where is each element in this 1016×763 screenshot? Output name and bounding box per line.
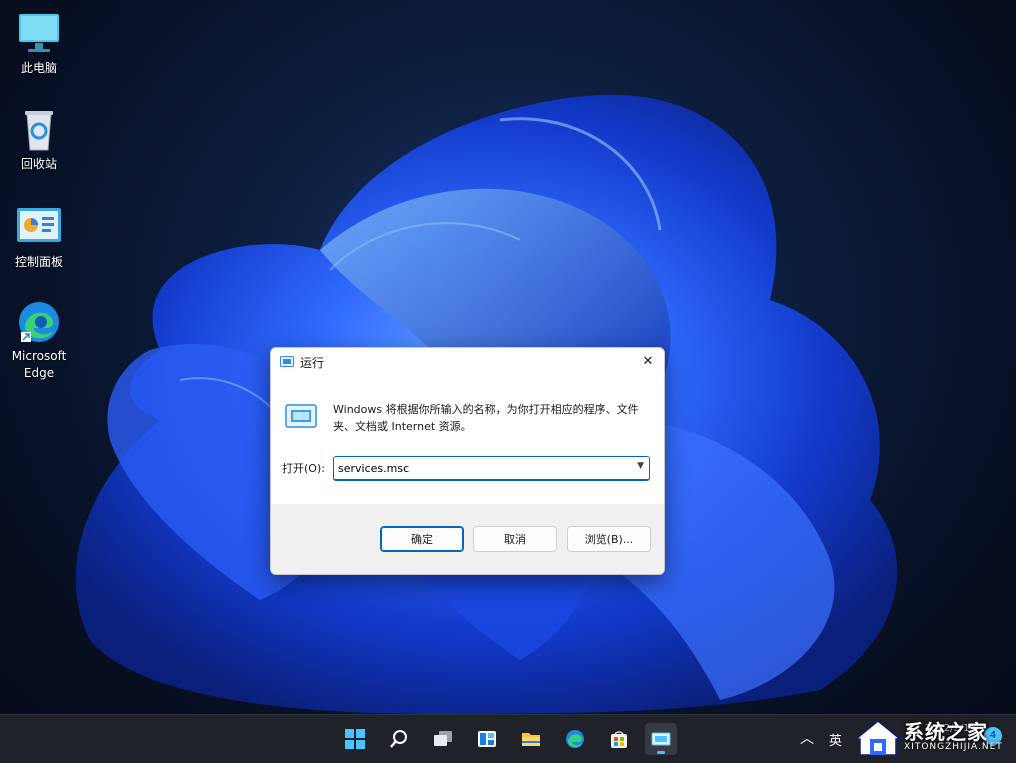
recycle-bin-icon xyxy=(15,106,63,154)
desktop-icon-label: 回收站 xyxy=(20,157,57,171)
open-label: 打开(O): xyxy=(282,462,325,475)
desktop-icon-this-pc[interactable]: 此电脑 xyxy=(4,10,74,77)
store-button[interactable] xyxy=(603,723,635,755)
tray-overflow-button[interactable]: ︿ xyxy=(800,728,814,748)
watermark-title: 系统之家 xyxy=(904,720,988,744)
run-taskbar-button[interactable] xyxy=(645,723,677,755)
close-button[interactable]: ✕ xyxy=(636,350,660,374)
file-explorer-icon xyxy=(522,733,540,746)
task-view-button[interactable] xyxy=(427,723,459,755)
run-icon xyxy=(280,356,294,367)
widgets-icon xyxy=(478,731,496,747)
dialog-title: 运行 xyxy=(300,356,325,370)
edge-taskbar-button[interactable] xyxy=(559,723,591,755)
run-program-icon xyxy=(285,404,317,428)
watermark: 系统之家 XITONGZHIJIA.NET xyxy=(852,715,1012,759)
run-dialog: 运行 ✕ Windows 将根据你所输入的名称，为你打开相应的程序、文件夹、文档… xyxy=(270,347,665,575)
desktop-icon-label: 此电脑 xyxy=(20,61,57,75)
close-icon: ✕ xyxy=(642,354,654,369)
open-combobox[interactable]: ▼ xyxy=(333,456,650,481)
desktop-icon-recycle-bin[interactable]: 回收站 xyxy=(4,106,74,173)
active-indicator xyxy=(657,751,665,754)
widgets-button[interactable] xyxy=(471,723,503,755)
cancel-button[interactable]: 取消 xyxy=(473,526,557,552)
desktop-icon-label: 控制面板 xyxy=(14,255,63,269)
chevron-down-icon[interactable]: ▼ xyxy=(637,461,644,471)
edge-icon xyxy=(15,298,63,346)
desktop-icon-control-panel[interactable]: 控制面板 xyxy=(4,204,74,271)
desktop-icon-label: Microsoft Edge xyxy=(11,349,67,380)
run-icon xyxy=(651,732,671,746)
search-icon xyxy=(390,730,407,748)
dialog-footer: 确定 取消 浏览(B)... xyxy=(271,504,664,574)
watermark-url: XITONGZHIJIA.NET xyxy=(904,742,1003,752)
dialog-titlebar[interactable]: 运行 ✕ xyxy=(271,348,664,376)
watermark-logo-icon xyxy=(853,720,903,756)
file-explorer-button[interactable] xyxy=(515,723,547,755)
ime-indicator[interactable]: 英 xyxy=(829,730,842,749)
start-icon xyxy=(345,729,365,749)
open-input[interactable] xyxy=(338,459,628,477)
control-panel-icon xyxy=(15,204,63,252)
start-button[interactable] xyxy=(339,723,371,755)
browse-button[interactable]: 浏览(B)... xyxy=(567,526,651,552)
dialog-description: Windows 将根据你所输入的名称，为你打开相应的程序、文件夹、文档或 Int… xyxy=(333,403,639,433)
store-icon xyxy=(611,731,627,748)
this-pc-icon xyxy=(15,10,63,58)
search-button[interactable] xyxy=(383,723,415,755)
ok-button[interactable]: 确定 xyxy=(380,526,464,552)
task-view-icon xyxy=(434,731,452,746)
edge-icon xyxy=(566,730,584,748)
desktop-icon-edge[interactable]: Microsoft Edge xyxy=(4,298,74,382)
